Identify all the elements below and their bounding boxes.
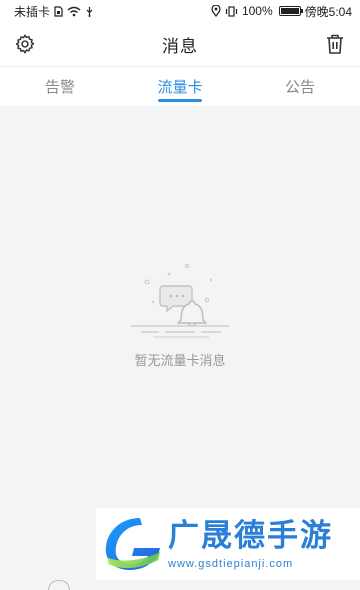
tab-data-card[interactable]: 流量卡 xyxy=(120,67,240,106)
status-time: 傍晚5:04 xyxy=(304,4,352,19)
wifi-icon xyxy=(67,6,81,17)
watermark-text: 广晟德手游 www.gsdtiepianji.com xyxy=(168,518,333,570)
empty-bell-chat-icon xyxy=(131,263,229,338)
battery-percent: 100% xyxy=(241,4,273,18)
page-title: 消息 xyxy=(162,36,198,56)
gear-icon xyxy=(15,34,35,54)
tab-label: 告警 xyxy=(44,79,75,96)
location-icon xyxy=(211,5,221,17)
tab-label: 公告 xyxy=(284,79,315,96)
tab-label: 流量卡 xyxy=(157,79,203,96)
watermark-url: www.gsdtiepianji.com xyxy=(168,558,294,570)
brand-logo-icon xyxy=(105,518,160,570)
status-left: 未插卡 xyxy=(14,3,94,20)
empty-message: 暂无流量卡消息 xyxy=(134,353,226,368)
partial-icon xyxy=(48,580,70,590)
usb-icon xyxy=(85,6,94,17)
empty-state: 暂无流量卡消息 xyxy=(0,260,360,369)
battery-icon xyxy=(278,6,303,16)
tab-announcement[interactable]: 公告 xyxy=(240,67,360,106)
carrier-text: 未插卡 xyxy=(14,4,51,19)
watermark-title: 广晟德手游 xyxy=(168,518,333,553)
trash-icon xyxy=(327,34,343,54)
status-right: 100% 傍晚5:04 xyxy=(211,3,352,20)
status-bar: 未插卡 100% 傍晚5:04 xyxy=(0,0,360,22)
battery-fill xyxy=(280,8,299,14)
tab-alarm[interactable]: 告警 xyxy=(0,67,120,106)
watermark: 广晟德手游 www.gsdtiepianji.com xyxy=(96,508,360,580)
settings-button[interactable] xyxy=(12,31,38,57)
sim-icon xyxy=(54,5,63,17)
vibrate-icon xyxy=(225,5,238,17)
app-header: 消息 xyxy=(0,22,360,66)
delete-button[interactable] xyxy=(322,31,348,57)
active-tab-indicator xyxy=(158,99,202,102)
message-tabs: 告警 流量卡 公告 xyxy=(0,66,360,106)
